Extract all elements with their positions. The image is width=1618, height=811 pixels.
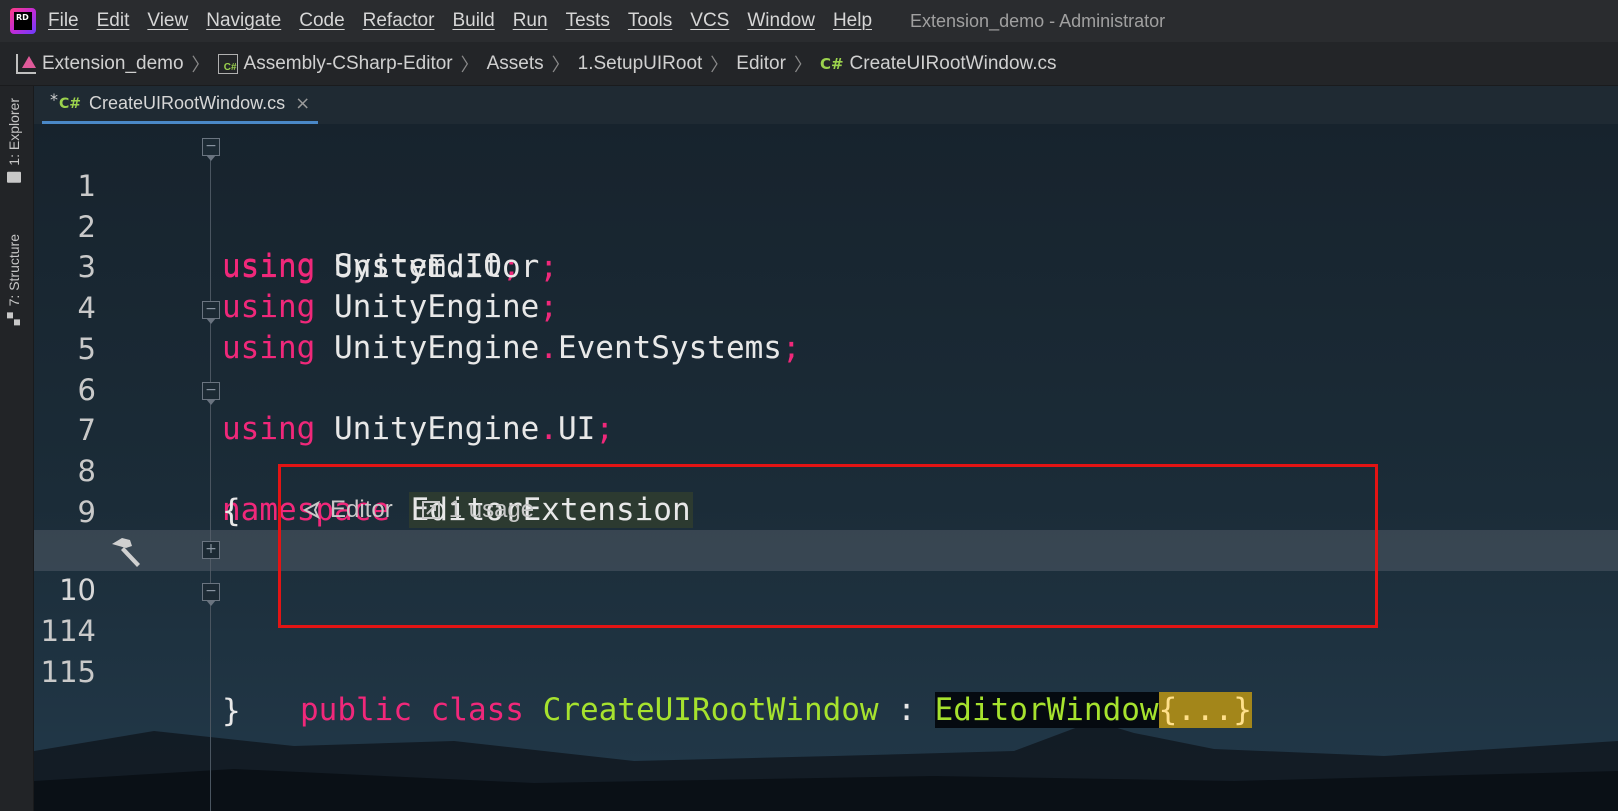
menu-file[interactable]: File [48, 10, 79, 32]
breadcrumb: Extension_demo 〉 C# Assembly-CSharp-Edit… [0, 42, 1618, 86]
breadcrumb-label: Editor [736, 52, 786, 74]
app-logo-icon[interactable]: RD [10, 8, 36, 34]
close-icon[interactable]: × [295, 93, 310, 114]
code-line-3[interactable]: 3 using UnityEngine; [34, 207, 1618, 325]
structure-tool-label: 7: Structure [6, 234, 22, 307]
fold-plus-icon[interactable]: + [202, 541, 220, 559]
csharp-project-icon: C# [217, 53, 238, 74]
chevron-right-icon: 〉 [191, 54, 210, 76]
code-editor[interactable]: 1 − using System.IO; 2 using UnityEditor… [34, 124, 1618, 811]
code-line-1[interactable]: 1 − using System.IO; [34, 126, 1618, 284]
folder-icon [7, 171, 21, 183]
menu-code[interactable]: Code [299, 10, 344, 32]
fold-minus-icon[interactable]: − [202, 583, 220, 606]
annotation-highlight-box [278, 464, 1378, 628]
breadcrumb-item-file[interactable]: C# CreateUIRootWindow.cs [820, 53, 1057, 75]
menu-vcs[interactable]: VCS [690, 10, 729, 32]
line-number: 115 [40, 655, 96, 689]
tab-createuirootwindow[interactable]: * C# CreateUIRootWindow.cs × [42, 86, 319, 124]
code-line-7[interactable]: 7 − namespace EditorExtension [34, 370, 1618, 529]
menu-tests[interactable]: Tests [566, 10, 610, 32]
menu-bar: RD File Edit View Navigate Code Refactor… [0, 0, 1618, 42]
chevron-right-icon: 〉 [793, 54, 812, 76]
window-title: Extension_demo - Administrator [910, 10, 1166, 31]
fold-minus-icon[interactable]: − [202, 382, 220, 406]
chevron-right-icon: 〉 [710, 54, 729, 76]
line-number: 9 [77, 494, 96, 529]
tab-label: CreateUIRootWindow.cs [89, 93, 286, 113]
tab-modified-marker: * [50, 90, 58, 109]
code-line-6[interactable]: 6 [34, 330, 1618, 407]
code-text: public class CreateUIRootWindow : Editor… [300, 690, 1252, 730]
menu-edit[interactable]: Edit [97, 10, 130, 32]
breadcrumb-item-editor[interactable]: Editor [736, 53, 786, 75]
code-line-4[interactable]: 4 using UnityEngine.EventSystems; [34, 248, 1618, 366]
structure-icon [8, 312, 21, 325]
keyword-public: public [300, 692, 412, 728]
menu-window[interactable]: Window [747, 10, 815, 32]
breadcrumb-label: Assembly-CSharp-Editor [243, 52, 453, 74]
app-logo-text: RD [14, 12, 32, 30]
menu-navigate[interactable]: Navigate [206, 10, 281, 32]
menu-run[interactable]: Run [513, 10, 548, 32]
code-line-5[interactable]: 5 − using UnityEngine.UI; [34, 289, 1618, 447]
inheritance-colon: : [897, 692, 916, 728]
breadcrumb-item-assets[interactable]: Assets [487, 53, 544, 75]
fold-minus-icon[interactable]: − [202, 138, 220, 161]
hammer-icon[interactable] [108, 534, 144, 568]
breadcrumb-label: Extension_demo [42, 52, 184, 74]
code-text: { [222, 492, 241, 529]
code-text: } [222, 693, 241, 729]
chevron-right-icon: 〉 [460, 54, 479, 76]
menu-tools[interactable]: Tools [628, 10, 672, 32]
menu-refactor[interactable]: Refactor [363, 10, 435, 32]
breadcrumb-label: Assets [486, 52, 544, 74]
keyword-class: class [430, 692, 524, 728]
breadcrumb-item-setupuiroot[interactable]: 1.SetupUIRoot [578, 53, 703, 75]
breadcrumb-label: 1.SetupUIRoot [577, 52, 703, 74]
base-class-name: EditorWindow [934, 692, 1159, 728]
class-name: CreateUIRootWindow [542, 692, 879, 728]
explorer-tool-label: 1: Explorer [6, 98, 22, 166]
csharp-file-icon: C# [59, 95, 82, 112]
code-line-8[interactable]: 8 { [34, 411, 1618, 529]
structure-tool-button[interactable]: 7: Structure [6, 234, 22, 331]
breadcrumb-item-project[interactable]: C# Assembly-CSharp-Editor [217, 52, 453, 75]
left-tool-strip: 1: Explorer 7: Structure [0, 86, 34, 811]
unity-project-icon [16, 53, 36, 74]
code-line-2[interactable]: 2 using UnityEditor; [34, 167, 1618, 285]
menu-build[interactable]: Build [452, 10, 494, 32]
csharp-project-badge: C# [223, 61, 237, 73]
breadcrumb-label: CreateUIRootWindow.cs [849, 52, 1057, 74]
menu-view[interactable]: View [147, 10, 188, 32]
menu-help[interactable]: Help [833, 10, 872, 32]
breadcrumb-item-solution[interactable]: Extension_demo [16, 53, 184, 75]
explorer-tool-button[interactable]: 1: Explorer [6, 98, 22, 189]
folded-region[interactable]: {...} [1158, 692, 1252, 728]
chevron-right-icon: 〉 [551, 54, 570, 76]
fold-minus-icon[interactable]: − [202, 300, 220, 324]
csharp-file-icon: C# [819, 54, 844, 73]
editor-tab-bar: * C# CreateUIRootWindow.cs × [34, 86, 1618, 124]
